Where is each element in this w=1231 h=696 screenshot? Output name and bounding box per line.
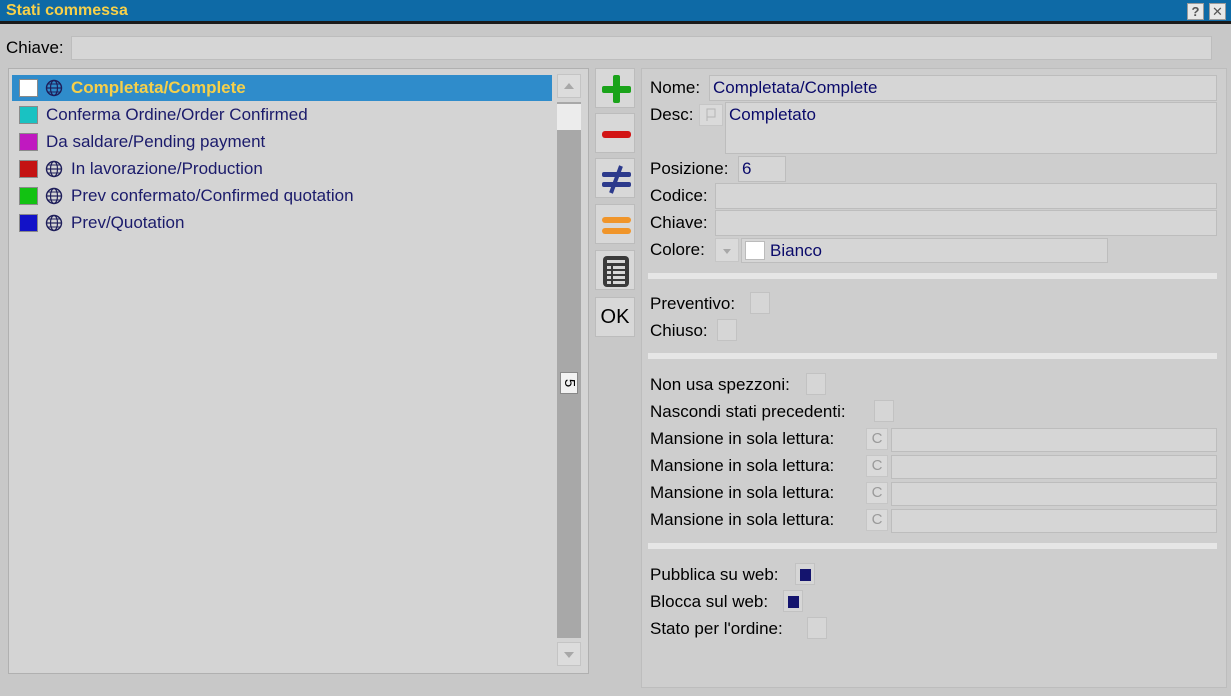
item-count-badge: 5 <box>560 372 578 394</box>
scroll-track[interactable] <box>557 102 581 638</box>
globe-icon <box>45 214 63 232</box>
color-swatch <box>19 79 38 97</box>
mansione-clear-button[interactable]: C <box>866 428 888 450</box>
chiuso-checkbox[interactable] <box>717 319 737 341</box>
status-list: Completata/Complete Conferma Ordine/Order… <box>8 68 589 674</box>
nascondi-stati-checkbox[interactable] <box>874 400 894 422</box>
add-button[interactable] <box>595 68 635 108</box>
blocca-web-label: Blocca sul web: <box>650 592 769 611</box>
equal-icon <box>602 217 631 234</box>
not-equal-button[interactable] <box>595 158 635 198</box>
colore-value: Bianco <box>770 241 822 260</box>
stato-ordine-checkbox[interactable] <box>807 617 827 639</box>
list-item-label: Prev/Quotation <box>71 213 185 232</box>
posizione-field[interactable]: 6 <box>738 156 786 182</box>
nome-field[interactable]: Completata/Complete <box>709 75 1217 101</box>
list-item-label: Conferma Ordine/Order Confirmed <box>46 105 308 124</box>
color-swatch <box>19 160 38 178</box>
mansione-label: Mansione in sola lettura: <box>650 429 835 448</box>
remove-icon <box>602 131 631 138</box>
calculator-button[interactable] <box>595 250 635 290</box>
colore-label: Colore: <box>650 240 705 259</box>
color-swatch <box>19 133 38 151</box>
list-item[interactable]: Conferma Ordine/Order Confirmed <box>12 102 552 128</box>
help-button[interactable]: ? <box>1187 3 1204 20</box>
desc-language-button[interactable] <box>699 104 723 126</box>
flag-icon <box>706 108 716 121</box>
mansione-label: Mansione in sola lettura: <box>650 483 835 502</box>
list-item-label: Completata/Complete <box>71 78 246 97</box>
posizione-label: Posizione: <box>650 159 729 178</box>
chevron-down-icon <box>723 249 731 254</box>
color-swatch <box>19 187 38 205</box>
mansione-clear-button[interactable]: C <box>866 509 888 531</box>
search-label: Chiave: <box>6 38 64 57</box>
mansione-label: Mansione in sola lettura: <box>650 510 835 529</box>
colore-field[interactable]: Bianco <box>741 238 1108 263</box>
preventivo-checkbox[interactable] <box>750 292 770 314</box>
search-input[interactable] <box>71 36 1212 60</box>
mansione-clear-button[interactable]: C <box>866 455 888 477</box>
desc-field[interactable]: Completato <box>725 102 1217 154</box>
codice-field[interactable] <box>715 183 1217 209</box>
chevron-up-icon <box>564 83 574 89</box>
scroll-up-button[interactable] <box>557 74 581 98</box>
mansione-field[interactable] <box>891 428 1217 452</box>
separator <box>648 543 1217 549</box>
pubblica-web-label: Pubblica su web: <box>650 565 779 584</box>
separator <box>648 273 1217 279</box>
color-swatch <box>19 106 38 124</box>
list-item[interactable]: Prev confermato/Confirmed quotation <box>12 183 552 209</box>
title-bar: Stati commessa ? ✕ <box>0 0 1231 24</box>
codice-label: Codice: <box>650 186 708 205</box>
not-equal-icon <box>602 165 631 194</box>
desc-label: Desc: <box>650 105 694 124</box>
list-item[interactable]: Completata/Complete <box>12 75 552 101</box>
list-item[interactable]: In lavorazione/Production <box>12 156 552 182</box>
mansione-label: Mansione in sola lettura: <box>650 456 835 475</box>
scroll-thumb[interactable] <box>557 104 581 130</box>
nome-label: Nome: <box>650 78 701 97</box>
stato-ordine-label: Stato per l'ordine: <box>650 619 783 638</box>
list-item[interactable]: Prev/Quotation <box>12 210 552 236</box>
scroll-down-button[interactable] <box>557 642 581 666</box>
add-icon <box>602 75 631 103</box>
list-item[interactable]: Da saldare/Pending payment <box>12 129 552 155</box>
preventivo-label: Preventivo: <box>650 294 736 313</box>
window-title: Stati commessa <box>6 2 128 19</box>
globe-icon <box>45 79 63 97</box>
mansione-field[interactable] <box>891 509 1217 533</box>
separator <box>648 353 1217 359</box>
mansione-clear-button[interactable]: C <box>866 482 888 504</box>
chiave-label: Chiave: <box>650 213 708 232</box>
nascondi-stati-label: Nascondi stati precedenti: <box>650 402 846 421</box>
list-scrollbar[interactable]: 5 <box>556 74 582 668</box>
remove-button[interactable] <box>595 113 635 153</box>
globe-icon <box>45 187 63 205</box>
mansione-field[interactable] <box>891 482 1217 506</box>
color-swatch <box>19 214 38 232</box>
pubblica-web-checkbox[interactable] <box>795 563 815 585</box>
chiuso-label: Chiuso: <box>650 321 708 340</box>
globe-icon <box>45 160 63 178</box>
non-usa-spezzoni-label: Non usa spezzoni: <box>650 375 790 394</box>
color-swatch <box>745 241 765 260</box>
close-button[interactable]: ✕ <box>1209 3 1226 20</box>
colore-dropdown-button[interactable] <box>715 238 739 262</box>
calculator-icon <box>603 256 629 287</box>
list-item-label: Prev confermato/Confirmed quotation <box>71 186 354 205</box>
mansione-field[interactable] <box>891 455 1217 479</box>
list-item-label: In lavorazione/Production <box>71 159 263 178</box>
chiave-field[interactable] <box>715 210 1217 236</box>
equal-button[interactable] <box>595 204 635 244</box>
list-item-label: Da saldare/Pending payment <box>46 132 266 151</box>
chevron-down-icon <box>564 652 574 658</box>
ok-button[interactable]: OK <box>595 297 635 337</box>
blocca-web-checkbox[interactable] <box>783 590 803 612</box>
non-usa-spezzoni-checkbox[interactable] <box>806 373 826 395</box>
